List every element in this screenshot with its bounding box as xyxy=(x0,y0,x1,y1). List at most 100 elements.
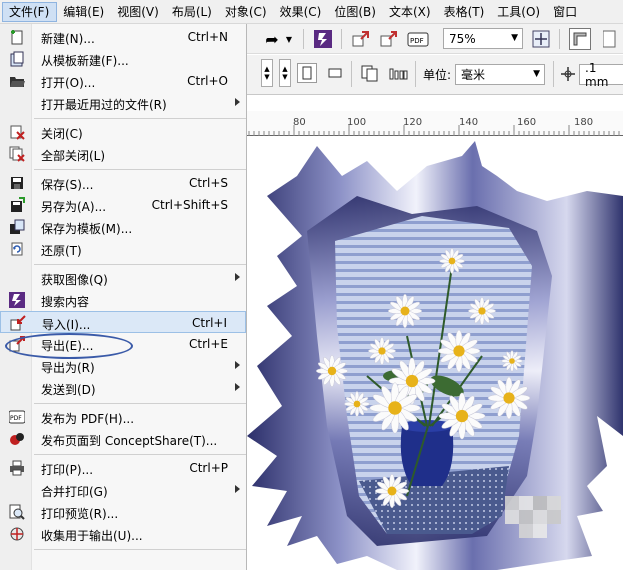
zoom-level-combo[interactable]: 75% ▼ xyxy=(443,28,523,49)
menu-tools[interactable]: 工具(O) xyxy=(491,2,547,22)
redo-icon[interactable]: ➦ xyxy=(263,30,281,49)
close-document-icon xyxy=(9,124,25,140)
menu-item-label: 收集用于输出(U)... xyxy=(41,529,143,543)
import-icon xyxy=(10,315,26,331)
menu-item-new[interactable]: 新建(N)... Ctrl+N xyxy=(0,26,246,48)
menu-item-close[interactable]: 关闭(C) xyxy=(0,121,246,143)
page-height-spinner[interactable]: ▲ ▼ xyxy=(279,59,291,87)
menu-item-open-recent[interactable]: 打开最近用过的文件(R) xyxy=(0,92,246,114)
menu-item-shortcut: Ctrl+I xyxy=(192,316,227,330)
nudge-distance-value: .1 mm xyxy=(585,60,609,89)
export-icon[interactable] xyxy=(379,29,399,49)
save-as-icon xyxy=(9,197,25,213)
menu-item-label: 打开最近用过的文件(R) xyxy=(41,98,167,112)
submenu-arrow-icon xyxy=(235,485,240,493)
menu-item-label: 导入(I)... xyxy=(42,318,91,332)
menu-item-label: 发布为 PDF(H)... xyxy=(41,412,135,426)
snap-to-icon[interactable] xyxy=(603,30,617,48)
ruler-label: 140 xyxy=(459,117,479,128)
menu-item-new-from-template[interactable]: 从模板新建(F)... xyxy=(0,48,246,70)
chevron-down-icon: ▼ xyxy=(533,69,540,79)
menu-item-label: 从模板新建(F)... xyxy=(41,54,129,68)
horizontal-ruler[interactable]: 80 100 120 140 160 180 xyxy=(247,111,623,136)
publish-pdf-icon[interactable]: PDF xyxy=(407,29,429,49)
menu-item-label: 另存为(A)... xyxy=(41,200,107,214)
menu-bitmaps[interactable]: 位图(B) xyxy=(328,2,383,22)
all-pages-icon[interactable] xyxy=(359,63,381,83)
menu-item-print-preview[interactable]: 打印预览(R)... xyxy=(0,501,246,523)
menu-window[interactable]: 窗口 xyxy=(547,2,584,22)
menu-item-label: 搜索内容 xyxy=(41,295,90,309)
highlight-annotation-ellipse xyxy=(5,333,133,359)
menu-item-open[interactable]: 打开(O)... Ctrl+O xyxy=(0,70,246,92)
svg-text:PDF: PDF xyxy=(10,415,22,422)
menu-item-label: 新建(N)... xyxy=(41,32,95,46)
conceptshare-icon xyxy=(9,431,25,447)
menu-item-publish-conceptshare[interactable]: 发布页面到 ConceptShare(T)... xyxy=(0,428,246,450)
submenu-arrow-icon xyxy=(235,383,240,391)
units-label: 单位: xyxy=(423,68,452,82)
menu-item-import[interactable]: 导入(I)... Ctrl+I xyxy=(0,311,246,333)
revert-icon xyxy=(9,241,25,257)
open-folder-icon xyxy=(9,73,25,89)
menu-item-search-content[interactable]: 搜索内容 xyxy=(0,289,246,311)
redo-dropdown-icon[interactable]: ▼ xyxy=(285,34,293,44)
file-menu-dropdown: 新建(N)... Ctrl+N 从模板新建(F)... 打开(O)... Ctr… xyxy=(0,24,247,570)
menu-item-close-all[interactable]: 全部关闭(L) xyxy=(0,143,246,165)
menu-text[interactable]: 文本(X) xyxy=(383,2,438,22)
import-icon[interactable] xyxy=(351,29,371,49)
search-content-icon[interactable] xyxy=(313,29,333,49)
menu-table[interactable]: 表格(T) xyxy=(438,2,492,22)
menu-item-publish-pdf[interactable]: PDF 发布为 PDF(H)... xyxy=(0,406,246,428)
menu-layout[interactable]: 布局(L) xyxy=(166,2,219,22)
ruler-label: 80 xyxy=(293,117,306,128)
menu-item-export-for[interactable]: 导出为(R) xyxy=(0,355,246,377)
chevron-down-icon: ▼ xyxy=(511,33,518,43)
menu-item-label: 发送到(D) xyxy=(41,383,96,397)
menu-item-save-as[interactable]: 另存为(A)... Ctrl+Shift+S xyxy=(0,194,246,216)
property-bar: ▲ ▼ ▲ ▼ 单位: 毫米 ▼ .1 mm xyxy=(247,55,623,95)
menu-item-save-as-template[interactable]: 保存为模板(M)... xyxy=(0,216,246,238)
menu-item-shortcut: Ctrl+P xyxy=(189,461,228,475)
menu-item-label: 获取图像(Q) xyxy=(41,273,108,287)
collect-output-icon xyxy=(9,526,25,542)
portrait-orientation-icon[interactable] xyxy=(297,63,317,83)
menu-item-label: 打印预览(R)... xyxy=(41,507,119,521)
page-size-spinner[interactable]: ▲ ▼ xyxy=(261,59,273,87)
ruler-label: 180 xyxy=(574,117,594,128)
menu-item-print-merge[interactable]: 合并打印(G) xyxy=(0,479,246,501)
menu-item-save[interactable]: 保存(S)... Ctrl+S xyxy=(0,172,246,194)
menu-item-revert[interactable]: 还原(T) xyxy=(0,238,246,260)
menu-item-acquire-image[interactable]: 获取图像(Q) xyxy=(0,267,246,289)
menu-item-print[interactable]: 打印(P)... Ctrl+P xyxy=(0,457,246,479)
menu-item-send-to[interactable]: 发送到(D) xyxy=(0,377,246,399)
menu-item-collect-for-output[interactable]: 收集用于输出(U)... xyxy=(0,523,246,545)
torn-frame-flower-image[interactable] xyxy=(247,136,623,570)
menu-item-label: 保存(S)... xyxy=(41,178,94,192)
standard-toolbar: ➦ ▼ PDF 75% ▼ xyxy=(247,24,623,54)
drawing-canvas[interactable] xyxy=(247,136,623,570)
menu-item-shortcut: Ctrl+N xyxy=(187,30,228,44)
units-combo[interactable]: 毫米 ▼ xyxy=(455,64,545,85)
menu-item-shortcut: Ctrl+Shift+S xyxy=(151,198,228,212)
menu-item-label: 全部关闭(L) xyxy=(41,149,106,163)
menu-object[interactable]: 对象(C) xyxy=(219,2,274,22)
show-rulers-icon[interactable] xyxy=(569,28,591,50)
submenu-arrow-icon xyxy=(235,361,240,369)
zoom-level-value: 75% xyxy=(449,31,476,46)
new-from-template-icon xyxy=(9,51,25,67)
landscape-orientation-icon[interactable] xyxy=(325,63,345,83)
submenu-arrow-icon xyxy=(235,273,240,281)
new-document-icon xyxy=(9,29,25,45)
svg-text:PDF: PDF xyxy=(410,37,424,45)
menu-effects[interactable]: 效果(C) xyxy=(274,2,329,22)
full-screen-preview-icon[interactable] xyxy=(531,29,551,49)
menu-item-label: 导出为(R) xyxy=(41,361,95,375)
menu-view[interactable]: 视图(V) xyxy=(111,2,166,22)
current-page-icon[interactable] xyxy=(387,63,409,83)
close-all-icon xyxy=(9,146,25,162)
nudge-distance-input[interactable]: .1 mm xyxy=(579,61,623,89)
search-content-icon xyxy=(9,292,25,308)
menu-edit[interactable]: 编辑(E) xyxy=(57,2,111,22)
menu-file[interactable]: 文件(F) xyxy=(2,1,58,22)
